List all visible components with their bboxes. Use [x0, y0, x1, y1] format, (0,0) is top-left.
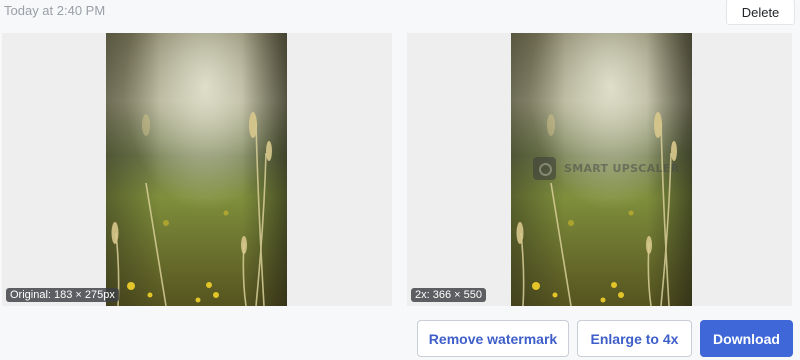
watermark-text: SMART UPSCALER [564, 162, 680, 175]
watermark: SMART UPSCALER [533, 157, 679, 180]
download-button[interactable]: Download [700, 320, 793, 357]
remove-watermark-button[interactable]: Remove watermark [417, 320, 569, 357]
watermark-logo-icon [533, 157, 556, 180]
upscaled-image-panel: SMART UPSCALER 2x: 366 × 550 [407, 33, 792, 306]
upscaled-photo: SMART UPSCALER [511, 33, 692, 306]
original-photo [106, 33, 287, 306]
upscaled-size-badge: 2x: 366 × 550 [411, 288, 486, 302]
delete-button[interactable]: Delete [726, 0, 795, 25]
original-image-panel: Original: 183 × 275px [2, 33, 392, 306]
enlarge-4x-button[interactable]: Enlarge to 4x [577, 320, 692, 357]
timestamp: Today at 2:40 PM [4, 3, 106, 18]
original-size-badge: Original: 183 × 275px [6, 288, 119, 302]
meadow-photo [106, 33, 287, 306]
